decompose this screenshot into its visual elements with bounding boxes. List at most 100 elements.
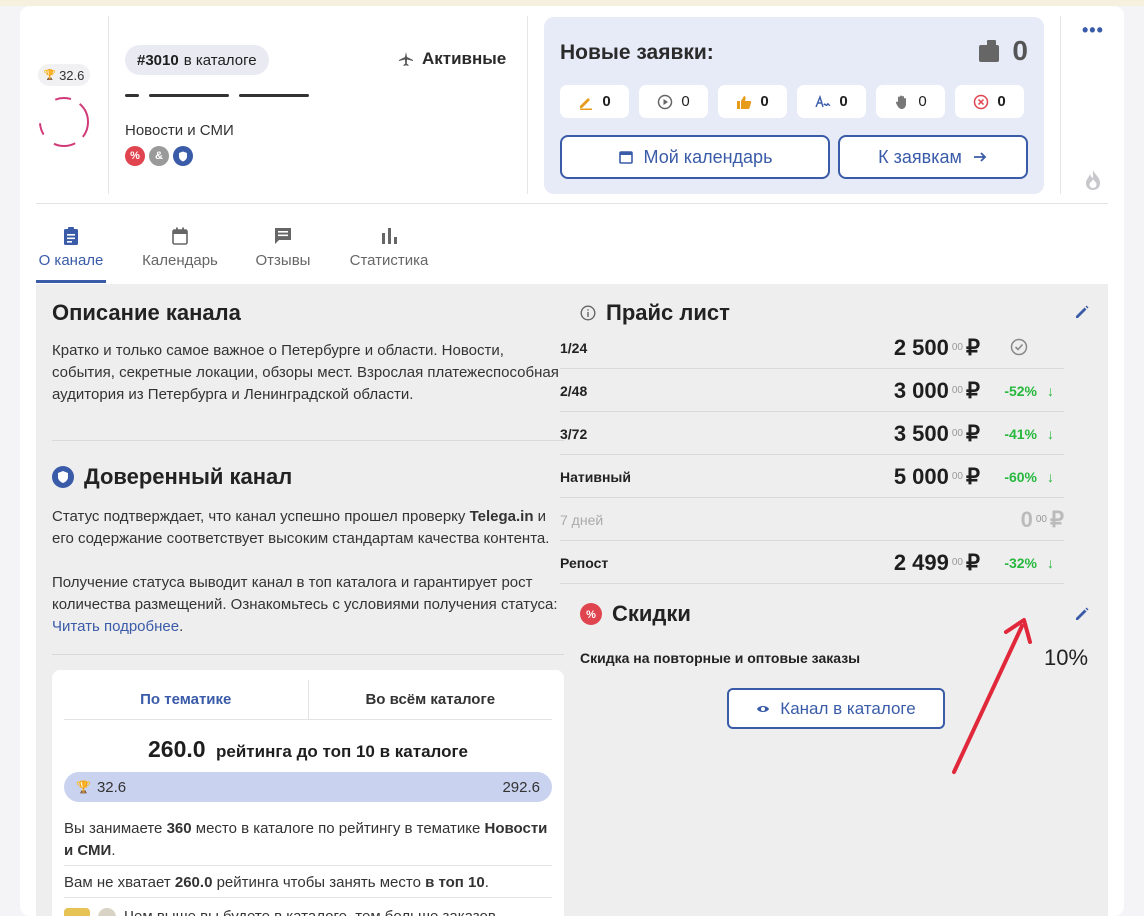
svg-text:%: % xyxy=(586,609,596,621)
catalog-position-pill[interactable]: #3010 в каталоге xyxy=(125,45,269,75)
price-cents: 00 xyxy=(951,342,963,353)
progress-to-value: 292.6 xyxy=(502,778,540,796)
chip-count: 0 xyxy=(918,93,927,110)
progress-from-value: 32.6 xyxy=(96,778,127,796)
read-more-link[interactable]: Читать подробнее xyxy=(52,618,179,635)
tab-statistics[interactable]: Статистика xyxy=(344,226,434,269)
pencil-icon xyxy=(580,97,593,110)
channel-in-catalog-button[interactable]: Канал в каталоге xyxy=(727,688,945,729)
tab-reviews-label: Отзывы xyxy=(255,252,311,269)
rating-line2-a: Вам не хватает xyxy=(64,874,171,891)
price-cents: 00 xyxy=(951,385,963,396)
rating-line-1: Вы занимаете 360 место в каталоге по рей… xyxy=(64,818,552,866)
price-amount: 2 500 xyxy=(893,334,949,360)
shield-badge-icon[interactable] xyxy=(173,146,193,166)
trophy-icon: 🏆 xyxy=(76,780,91,794)
info-icon xyxy=(98,908,116,916)
tab-calendar-label: Календарь xyxy=(142,252,218,269)
price-row: 1/24 2 500 00 ₽ xyxy=(560,326,1064,369)
chip-signed[interactable]: 0 xyxy=(797,85,866,118)
tab-about[interactable]: О канале xyxy=(36,226,106,269)
rating-tab-topic[interactable]: По тематике xyxy=(64,680,309,719)
trusted-text-1a: Статус подтверждает, что канал успешно п… xyxy=(52,508,466,525)
arrow-down-icon: ↓ xyxy=(1047,554,1054,571)
rating-line3-text: Чем выше вы будете в каталоге, тем больш… xyxy=(124,906,496,916)
rating-value: 260.0 xyxy=(147,736,206,762)
handshake-badge-icon[interactable]: & xyxy=(149,146,169,166)
about-title: Описание канала xyxy=(52,300,241,325)
chip-approved[interactable]: 0 xyxy=(718,85,787,118)
rating-pill-value: 32.6 xyxy=(59,67,85,83)
info-icon xyxy=(580,305,596,321)
about-text: Кратко и только самое важное о Петербург… xyxy=(52,342,559,403)
price-discount: -60% ↓ xyxy=(1004,455,1054,498)
active-tab-indicator xyxy=(36,280,106,283)
discount-percent: -32% xyxy=(1004,554,1037,571)
rating-line2-end: . xyxy=(484,874,489,891)
tab-reviews[interactable]: Отзывы xyxy=(252,226,314,269)
discount-percent: -60% xyxy=(1004,468,1037,485)
tab-about-label: О канале xyxy=(38,252,104,269)
chip-pending[interactable]: 0 xyxy=(560,85,629,118)
my-calendar-label: Мой календарь xyxy=(643,146,773,167)
shield-icon xyxy=(52,466,74,488)
my-calendar-button[interactable]: Мой календарь xyxy=(560,135,830,179)
new-requests-panel: Новые заявки: 0 0 0 0 0 0 0 Мой календар… xyxy=(544,17,1044,194)
price-row-label: Нативный xyxy=(560,468,631,485)
price-amount: 3 500 xyxy=(893,420,949,446)
requests-total-value: 0 xyxy=(1012,35,1028,66)
calendar-icon xyxy=(172,227,188,245)
rating-pill: 🏆 32.6 xyxy=(38,64,90,86)
header-divider-2 xyxy=(527,16,528,194)
rating-missing: 260.0 xyxy=(174,874,213,891)
check-circle-icon[interactable] xyxy=(1010,338,1028,356)
edit-price-icon[interactable] xyxy=(1074,304,1090,320)
trusted-text-2a: Получение статуса выводит канал в топ ка… xyxy=(52,574,558,613)
price-row: 2/48 3 000 00 ₽ -52% ↓ xyxy=(560,369,1064,412)
to-requests-button[interactable]: К заявкам xyxy=(838,135,1028,179)
price-discount: -32% ↓ xyxy=(1004,541,1054,584)
chip-cancelled[interactable]: 0 xyxy=(955,85,1024,118)
requests-total: 0 xyxy=(978,35,1028,67)
trusted-title: Доверенный канал xyxy=(84,464,293,489)
percent-icon: % xyxy=(580,603,602,625)
channel-in-catalog-label: Канал в каталоге xyxy=(780,698,916,718)
rating-place: 360 xyxy=(166,820,192,837)
status-label: Активные xyxy=(422,49,507,68)
rating-line1-a: Вы занимаете xyxy=(64,820,163,837)
status-active[interactable]: Активные xyxy=(398,49,506,69)
price-title: Прайс лист xyxy=(606,300,730,325)
comment-icon xyxy=(275,228,291,244)
price-currency: ₽ xyxy=(966,334,980,360)
flame-icon[interactable] xyxy=(1082,168,1104,192)
rating-top10: в топ 10 xyxy=(425,874,485,891)
trusted-divider xyxy=(52,654,564,655)
avatar[interactable] xyxy=(36,94,92,150)
price-row-value: 3 500 00 ₽ xyxy=(894,412,980,455)
chip-stopped[interactable]: 0 xyxy=(876,85,945,118)
price-amount: 0 xyxy=(1020,506,1033,532)
tab-calendar[interactable]: Календарь xyxy=(138,226,222,269)
requests-title: Новые заявки: xyxy=(560,41,714,64)
trusted-heading: Доверенный канал xyxy=(52,464,292,490)
price-row-label: Репост xyxy=(560,554,609,571)
trusted-text-1: Статус подтверждает, что канал успешно п… xyxy=(52,506,564,550)
edit-discounts-icon[interactable] xyxy=(1074,606,1090,622)
rating-tabs: По тематике Во всём каталоге xyxy=(64,680,552,720)
price-row-value: 5 000 00 ₽ xyxy=(894,455,980,498)
rating-value-text: рейтинга до топ 10 в каталоге xyxy=(216,742,469,761)
discounts-heading: % Скидки xyxy=(580,601,691,627)
price-currency: ₽ xyxy=(966,377,980,403)
price-cents: 00 xyxy=(951,557,963,568)
price-cents: 00 xyxy=(951,428,963,439)
chip-in-progress[interactable]: 0 xyxy=(639,85,708,118)
price-row-value: 2 499 00 ₽ xyxy=(894,541,980,584)
discount-percent: -41% xyxy=(1004,425,1037,442)
percent-badge-icon[interactable]: % xyxy=(125,146,145,166)
price-discount: -41% ↓ xyxy=(1004,412,1054,455)
calendar-icon xyxy=(618,151,633,164)
more-menu-icon[interactable]: ••• xyxy=(1082,20,1104,41)
rating-line2-b: рейтинга чтобы занять место xyxy=(216,874,421,891)
rating-tab-all[interactable]: Во всём каталоге xyxy=(309,680,553,719)
trusted-text-2: Получение статуса выводит канал в топ ка… xyxy=(52,572,564,638)
